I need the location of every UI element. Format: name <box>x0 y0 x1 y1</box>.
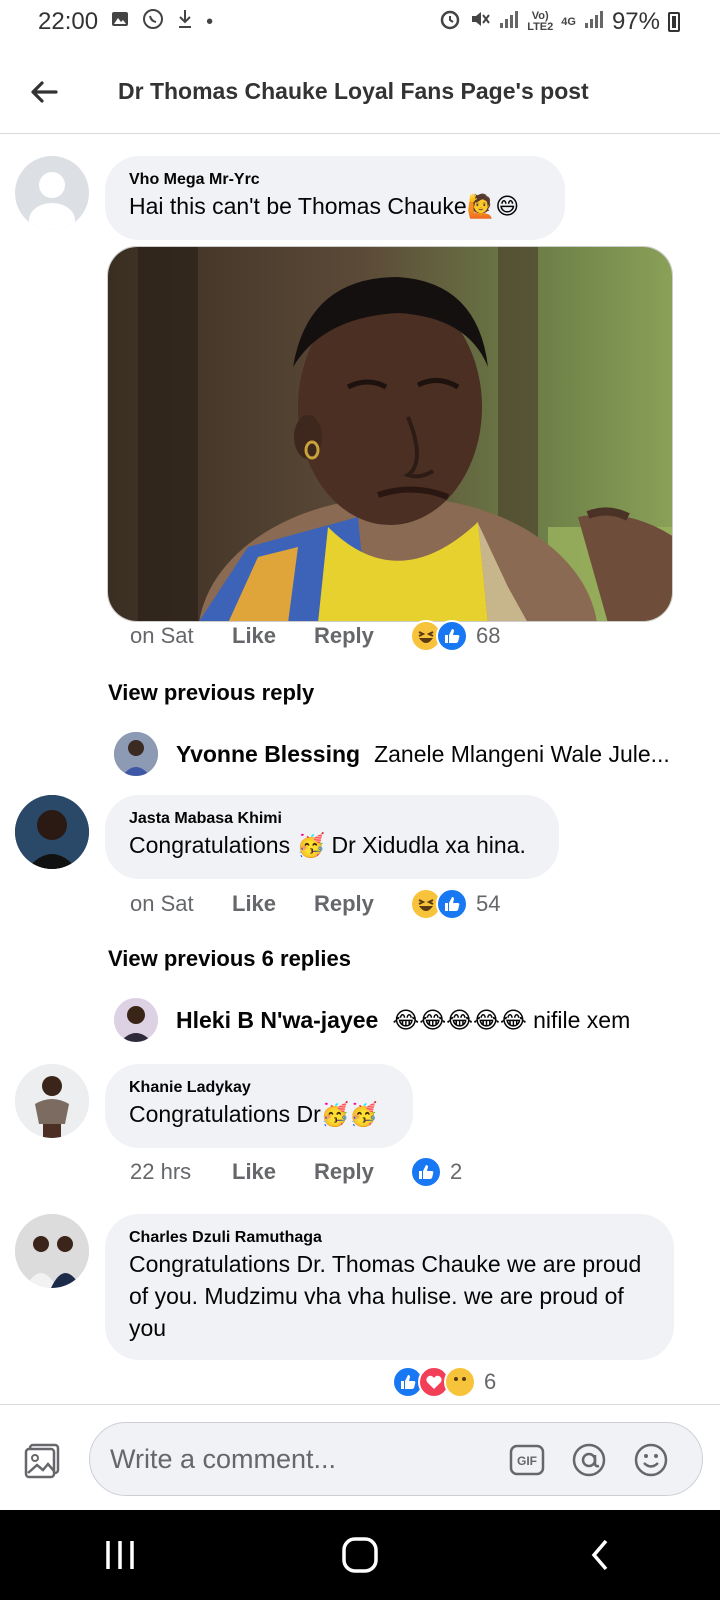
reply-button[interactable]: Reply <box>314 1159 410 1185</box>
reply-button[interactable]: Reply <box>314 891 410 917</box>
status-right: Vo) LTE2 4G 97% <box>439 8 680 36</box>
reply-author[interactable]: Hleki B N'wa-jayee <box>176 1007 378 1034</box>
like-button[interactable]: Like <box>232 623 314 649</box>
back-arrow-icon <box>31 80 58 103</box>
profile-photo <box>114 998 158 1042</box>
signal-icon <box>499 9 519 35</box>
comment-bubble[interactable]: Vho Mega Mr-Yrc Hai this can't be Thomas… <box>105 156 565 240</box>
android-nav-bar <box>0 1510 720 1600</box>
reply-text: 😂😂😂😂😂 nifile xem <box>392 1006 631 1033</box>
photo-woman-grimacing <box>108 247 672 621</box>
download-icon <box>176 8 194 36</box>
volte-label: Vo) LTE2 <box>527 10 554 33</box>
comment-input-box[interactable]: GIF <box>89 1422 703 1496</box>
gif-icon: GIF <box>509 1444 545 1476</box>
like-button[interactable]: Like <box>232 891 314 917</box>
whatsapp-icon <box>142 8 164 36</box>
reaction-count: 6 <box>484 1369 497 1394</box>
avatar-charles[interactable] <box>15 1214 89 1288</box>
comment-author[interactable]: Jasta Mabasa Khimi <box>129 809 535 829</box>
signal-icon-2 <box>584 9 604 35</box>
reactions[interactable]: 2 <box>410 1156 462 1188</box>
mute-icon <box>469 8 491 36</box>
view-previous-replies[interactable]: View previous reply <box>108 680 314 706</box>
reaction-count: 54 <box>476 891 501 916</box>
profile-photo <box>15 1214 89 1288</box>
comment-author[interactable]: Khanie Ladykay <box>129 1078 389 1098</box>
recent-apps-icon <box>106 1541 134 1569</box>
reactions[interactable]: 54 <box>410 888 500 920</box>
back-chevron-icon <box>591 1539 608 1571</box>
comment-text: Congratulations Dr. Thomas Chauke we are… <box>129 1251 642 1341</box>
gallery-icon <box>110 9 130 35</box>
avatar-jasta[interactable] <box>15 795 89 869</box>
svg-text:GIF: GIF <box>517 1454 537 1468</box>
post-header: Dr Thomas Chauke Loyal Fans Page's post <box>0 50 720 134</box>
status-time: 22:00 <box>38 8 99 35</box>
comment-author[interactable]: Charles Dzuli Ramuthaga <box>129 1228 650 1248</box>
like-reaction-icon <box>436 888 468 920</box>
view-previous-replies[interactable]: View previous 6 replies <box>108 946 351 972</box>
reply-author[interactable]: Yvonne Blessing <box>176 741 360 768</box>
comment-text: Hai this can't be Thomas Chauke🙋😄 <box>129 193 520 219</box>
like-button[interactable]: Like <box>232 1159 314 1185</box>
comment-time[interactable]: on Sat <box>130 623 232 649</box>
back-nav-button[interactable] <box>570 1525 630 1585</box>
reaction-count: 68 <box>476 623 501 648</box>
avatar-default[interactable] <box>15 156 89 230</box>
add-photo-button[interactable] <box>24 1439 64 1479</box>
photo-icon <box>24 1443 60 1479</box>
battery-percent: 97% <box>611 8 660 35</box>
like-reaction-icon <box>436 620 468 652</box>
reply-preview[interactable]: Yvonne Blessing Zanele Mlangeni Wale Jul… <box>114 732 670 776</box>
profile-photo <box>15 795 89 869</box>
comment-input[interactable] <box>110 1443 490 1475</box>
comment-meta: 6 <box>392 1366 496 1398</box>
battery-icon <box>668 12 680 32</box>
comment-time[interactable]: 22 hrs <box>130 1159 232 1185</box>
profile-photo <box>114 732 158 776</box>
default-avatar-icon <box>29 172 75 230</box>
reply-preview[interactable]: Hleki B N'wa-jayee 😂😂😂😂😂 nifile xem <box>114 998 630 1042</box>
recent-apps-button[interactable] <box>90 1525 150 1585</box>
at-icon <box>572 1443 606 1477</box>
status-bar: 22:00 • Vo) LTE2 4G 97% <box>0 0 720 44</box>
mention-button[interactable] <box>570 1441 608 1479</box>
comment-photo[interactable] <box>107 246 673 622</box>
comment-meta: on Sat Like Reply 54 <box>130 888 500 920</box>
back-button[interactable] <box>16 64 72 120</box>
avatar-khanie[interactable] <box>15 1064 89 1138</box>
home-icon <box>342 1537 378 1573</box>
gif-button[interactable]: GIF <box>508 1441 546 1479</box>
page-title: Dr Thomas Chauke Loyal Fans Page's post <box>118 78 589 104</box>
comment-bubble[interactable]: Charles Dzuli Ramuthaga Congratulations … <box>105 1214 674 1360</box>
comment-text: Congratulations Dr🥳🥳 <box>129 1101 379 1127</box>
comment-bubble[interactable]: Jasta Mabasa Khimi Congratulations 🥳 Dr … <box>105 795 559 879</box>
comment-meta: 22 hrs Like Reply 2 <box>130 1156 462 1188</box>
reactions[interactable]: 68 <box>410 620 500 652</box>
network-gen: 4G <box>561 15 576 28</box>
dot-icon: • <box>206 10 214 33</box>
home-button[interactable] <box>330 1525 390 1585</box>
avatar-hleki[interactable] <box>114 998 158 1042</box>
smiley-icon <box>634 1443 668 1477</box>
alarm-icon <box>439 8 461 36</box>
comment-meta: on Sat Like Reply 68 <box>130 620 500 652</box>
avatar-yvonne[interactable] <box>114 732 158 776</box>
reply-button[interactable]: Reply <box>314 623 410 649</box>
profile-photo <box>15 1064 89 1138</box>
comment-text: Congratulations 🥳 Dr Xidudla xa hina. <box>129 832 526 858</box>
like-reaction-icon <box>410 1156 442 1188</box>
comment-bubble[interactable]: Khanie Ladykay Congratulations Dr🥳🥳 <box>105 1064 413 1148</box>
status-left: 22:00 • <box>38 8 213 36</box>
comments-feed[interactable]: Vho Mega Mr-Yrc Hai this can't be Thomas… <box>0 134 720 1404</box>
care-reaction-icon <box>444 1366 476 1398</box>
comment-composer: GIF <box>0 1404 720 1510</box>
reactions[interactable]: 6 <box>392 1366 496 1398</box>
reply-text: Zanele Mlangeni Wale Jule... <box>374 740 670 767</box>
comment-time[interactable]: on Sat <box>130 891 232 917</box>
comment-author[interactable]: Vho Mega Mr-Yrc <box>129 170 541 190</box>
emoji-button[interactable] <box>632 1441 670 1479</box>
reaction-count: 2 <box>450 1159 463 1184</box>
